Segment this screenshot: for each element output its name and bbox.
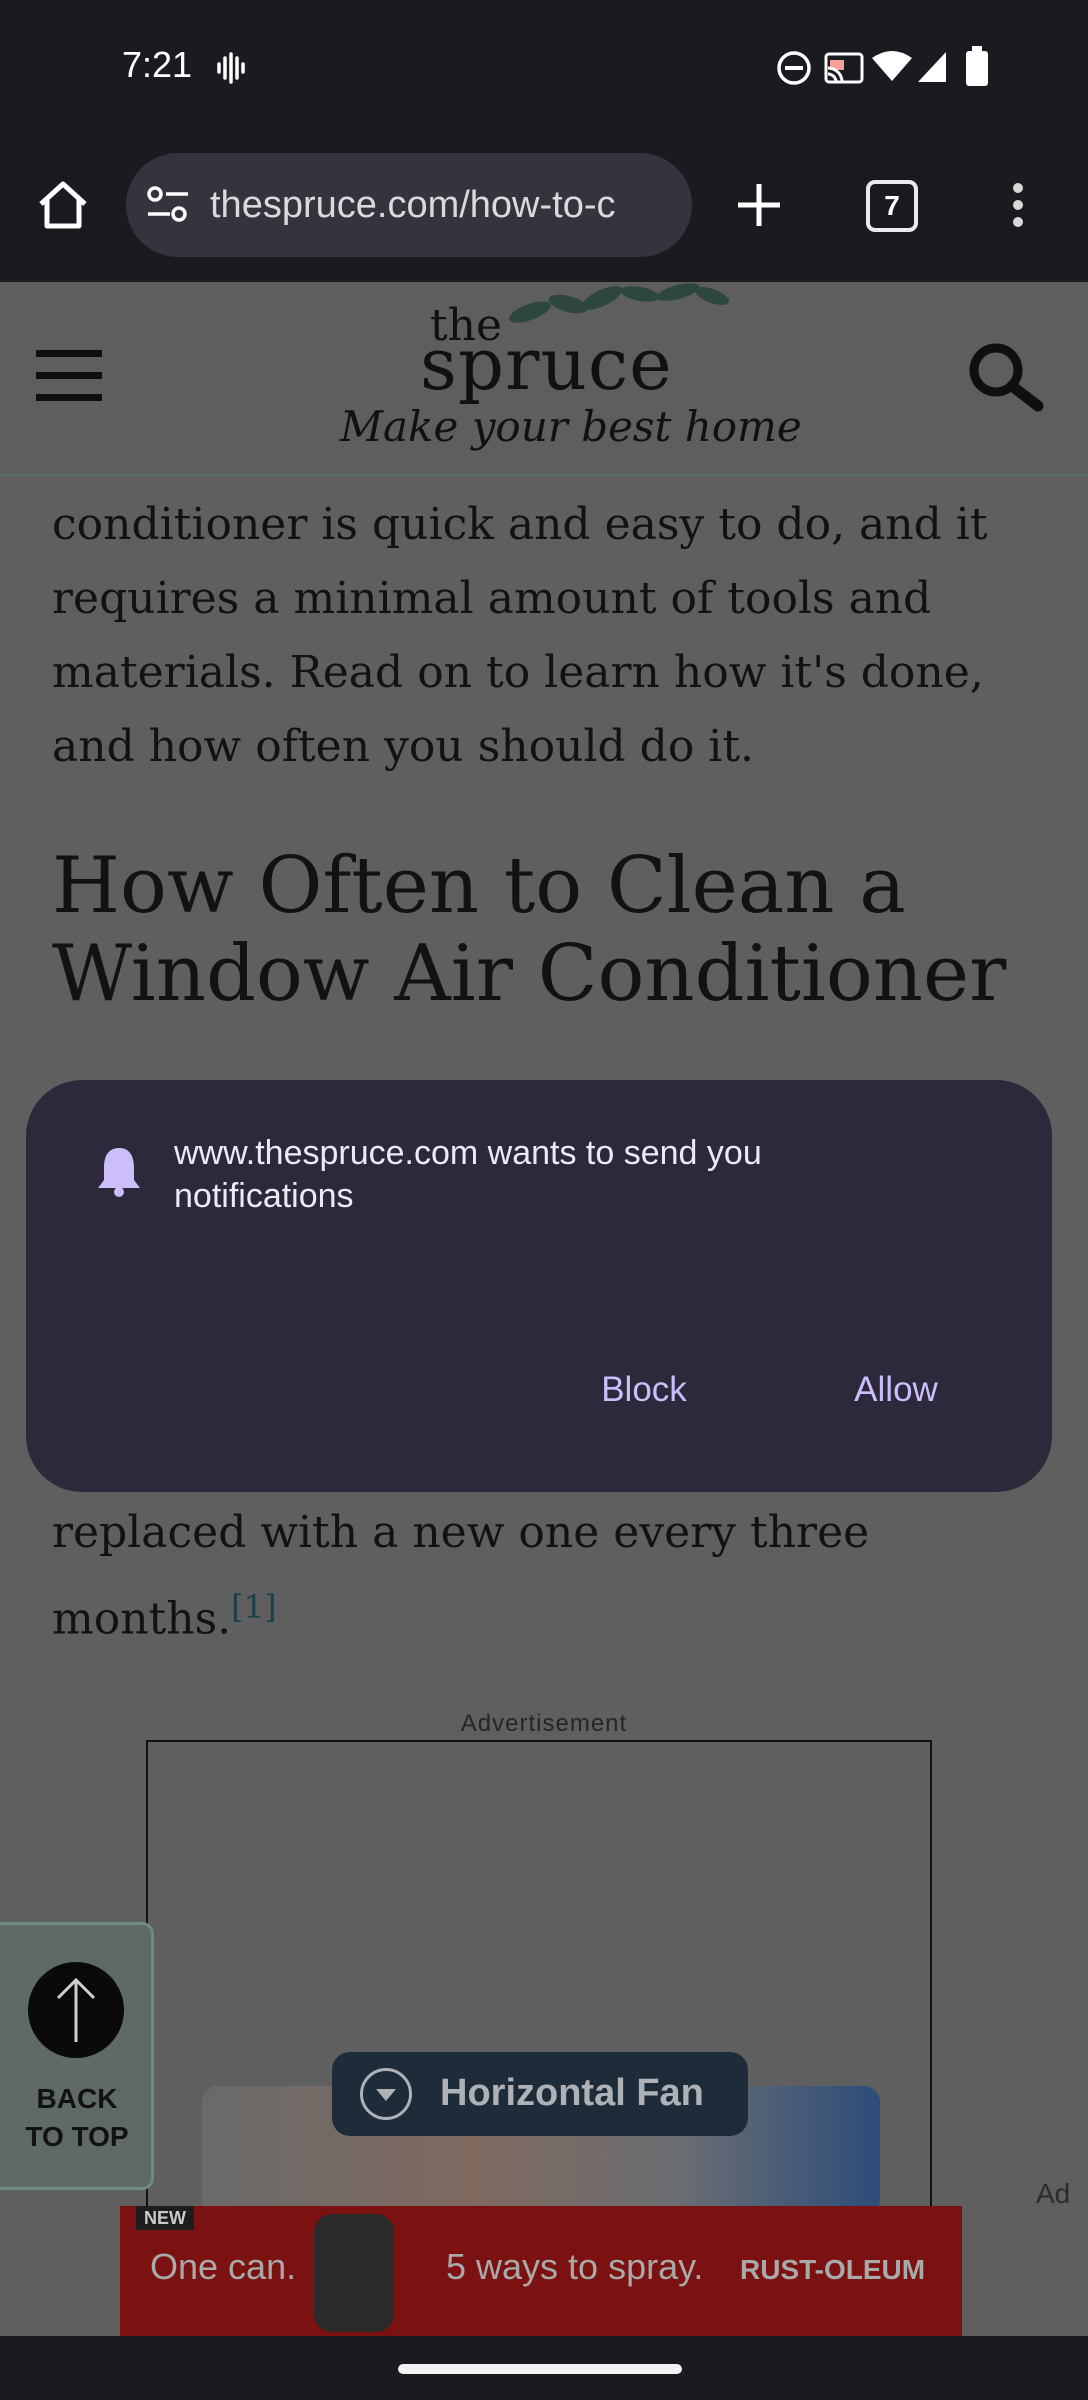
status-time: 7:21: [122, 44, 193, 85]
more-menu-icon[interactable]: [1008, 182, 1028, 228]
logo-spruce[interactable]: spruce: [420, 322, 673, 406]
arrow-up-icon[interactable]: [28, 1962, 124, 2058]
banner-text-left: One can.: [150, 2246, 297, 2287]
home-icon[interactable]: [36, 180, 90, 230]
advertisement-label: Advertisement: [460, 1710, 628, 1737]
paragraph-text: replaced with a new one every three mont…: [52, 1507, 870, 1645]
spray-can-image: [314, 2214, 394, 2332]
search-icon[interactable]: [966, 340, 1046, 412]
article-paragraph: conditioner is quick and easy to do, and…: [52, 499, 988, 772]
block-button[interactable]: Block: [560, 1362, 728, 1418]
back-to-top-label[interactable]: BACK TO TOP: [0, 2080, 154, 2156]
hamburger-menu-icon[interactable]: [36, 350, 102, 402]
footnote-link[interactable]: [1]: [231, 1588, 276, 1626]
logo-tagline: Make your best home: [340, 402, 802, 451]
article-heading: How Often to Clean a Window Air Conditio…: [52, 841, 1007, 1019]
allow-button[interactable]: Allow: [812, 1362, 980, 1418]
ad-mark: Ad: [1036, 2178, 1071, 2209]
cast-icon: [824, 52, 864, 84]
bell-icon: [98, 1148, 140, 1197]
do-not-disturb-icon: [777, 51, 811, 85]
gesture-handle[interactable]: [398, 2364, 682, 2374]
wifi-icon: [872, 51, 912, 81]
cellular-signal-icon: [918, 52, 946, 82]
chevron-down-icon[interactable]: [360, 2068, 412, 2120]
banner-brand: RUST-OLEUM: [740, 2254, 926, 2285]
dialog-message: www.thespruce.com wants to send you noti…: [174, 1134, 762, 1215]
voice-activity-icon: [217, 52, 245, 84]
back-to-top-line2: TO TOP: [25, 2121, 129, 2152]
banner-new-badge: NEW: [136, 2206, 194, 2230]
video-title: Horizontal Fan: [440, 2072, 704, 2114]
back-to-top-line1: BACK: [36, 2083, 118, 2114]
battery-icon: [966, 46, 988, 86]
url-text[interactable]: thespruce.com/how-to-c: [210, 184, 676, 227]
site-settings-icon[interactable]: [146, 184, 190, 224]
banner-text-right: 5 ways to spray.: [446, 2246, 704, 2287]
tab-switcher-icon[interactable]: 7: [866, 180, 918, 232]
new-tab-icon[interactable]: [736, 182, 782, 228]
article-paragraph: replaced with a new one every three mont…: [52, 1496, 1052, 1657]
